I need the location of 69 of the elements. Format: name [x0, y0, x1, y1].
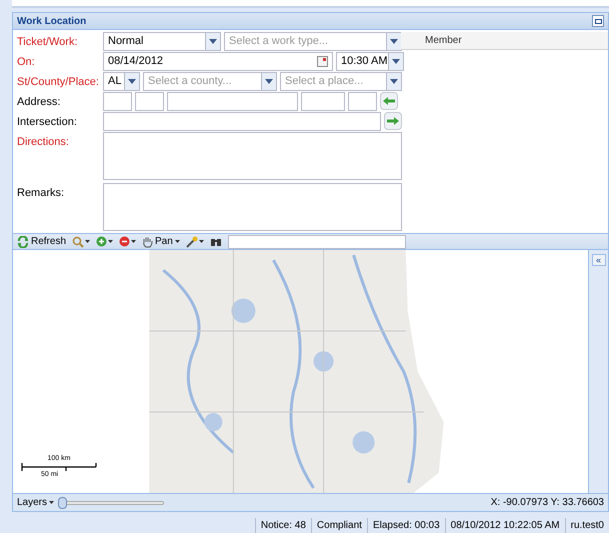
field-label: On: [17, 55, 36, 70]
minus-icon [119, 236, 130, 247]
zoom-out-button[interactable] [119, 236, 136, 247]
zoom-in-button[interactable] [96, 236, 114, 247]
hand-icon [142, 236, 154, 248]
dropdown-trigger[interactable] [386, 73, 401, 90]
search-field[interactable] [228, 234, 406, 248]
input-field[interactable] [103, 112, 381, 131]
status-item: ru.test0 [564, 518, 609, 532]
dropdown-trigger[interactable] [386, 33, 401, 50]
caret-icon [131, 240, 136, 243]
opacity-slider[interactable] [58, 496, 164, 508]
field-label: Directions: [17, 135, 70, 150]
refresh-icon [17, 236, 29, 248]
magnifier-icon [72, 236, 84, 248]
layers-button[interactable]: Layers [17, 495, 54, 510]
caret-icon [128, 79, 136, 84]
caret-icon [390, 79, 398, 84]
panel-title: Work Location [17, 14, 86, 28]
zoom-button[interactable] [72, 236, 90, 248]
calendar-icon[interactable] [317, 56, 328, 67]
field-label: Remarks: [17, 186, 66, 201]
input-field[interactable] [348, 92, 377, 111]
state-select[interactable]: AL [103, 72, 140, 91]
caret-icon [49, 501, 54, 504]
ticket-select[interactable]: Normal [103, 32, 221, 51]
status-item: 08/10/2012 10:22:05 AM [444, 518, 565, 532]
caret-icon [174, 240, 180, 243]
field-label: Intersection: [17, 115, 78, 130]
caret-icon [108, 240, 114, 243]
arrow-button[interactable] [380, 92, 398, 110]
refresh-button[interactable]: Refresh [17, 234, 66, 249]
arrow-button[interactable] [384, 112, 402, 130]
wand-button[interactable] [186, 236, 204, 248]
coordinates: X: -90.07973 Y: 33.76603 [490, 496, 604, 510]
binoculars-icon[interactable] [210, 236, 222, 247]
status-item: Elapsed: 00:03 [366, 518, 445, 532]
input-field[interactable] [103, 92, 132, 111]
status-item: Compliant [310, 518, 367, 532]
status-item: Notice: 48 [254, 518, 311, 532]
caret-icon [392, 59, 400, 64]
field-label: Ticket/Work: [17, 35, 79, 50]
field-label: St/County/Place: [17, 75, 100, 90]
right-arrow-icon [387, 117, 399, 125]
caret-icon [390, 39, 398, 44]
collapse-button[interactable] [592, 15, 604, 27]
date-field[interactable]: 08/14/2012 [103, 52, 333, 71]
caret-icon [198, 240, 204, 243]
dropdown-trigger[interactable] [388, 53, 403, 70]
input-field[interactable] [167, 92, 298, 111]
caret-icon [85, 240, 90, 243]
time-select[interactable]: 10:30 AM [336, 52, 404, 71]
plus-icon [96, 236, 108, 247]
window-icon [594, 18, 602, 24]
dropdown-trigger[interactable] [205, 33, 220, 50]
wand-icon [186, 236, 198, 248]
field-label: Address: [17, 95, 62, 110]
caret-icon [265, 79, 273, 84]
slider-thumb[interactable] [58, 496, 68, 508]
expand-button[interactable]: « [592, 254, 606, 266]
dropdown-trigger[interactable] [261, 73, 276, 90]
left-arrow-icon [383, 97, 395, 105]
caret-icon [209, 39, 217, 44]
pan-button[interactable]: Pan [142, 234, 180, 249]
input-field[interactable] [301, 92, 345, 111]
input-field[interactable] [135, 92, 164, 111]
column-header[interactable]: Member [401, 32, 608, 50]
dropdown-trigger[interactable] [124, 73, 139, 90]
scale-bar-icon [21, 463, 97, 471]
